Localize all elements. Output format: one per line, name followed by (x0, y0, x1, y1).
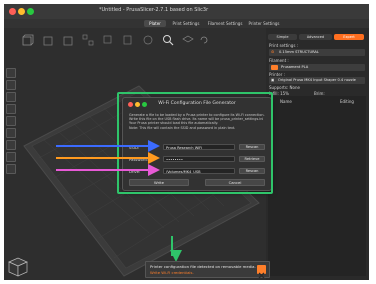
prusaslicer-window: *Untitled - PrusaSlicer-2.7.1 based on S… (4, 4, 369, 280)
close-icon[interactable] (257, 265, 266, 279)
notification-link[interactable]: Write Wi-Fi credentials. (150, 270, 194, 275)
annotation-arrows (56, 140, 182, 262)
notification-toast: Printer configuration file detected on r… (145, 261, 270, 279)
notification-text: Printer configuration file detected on r… (150, 264, 256, 269)
